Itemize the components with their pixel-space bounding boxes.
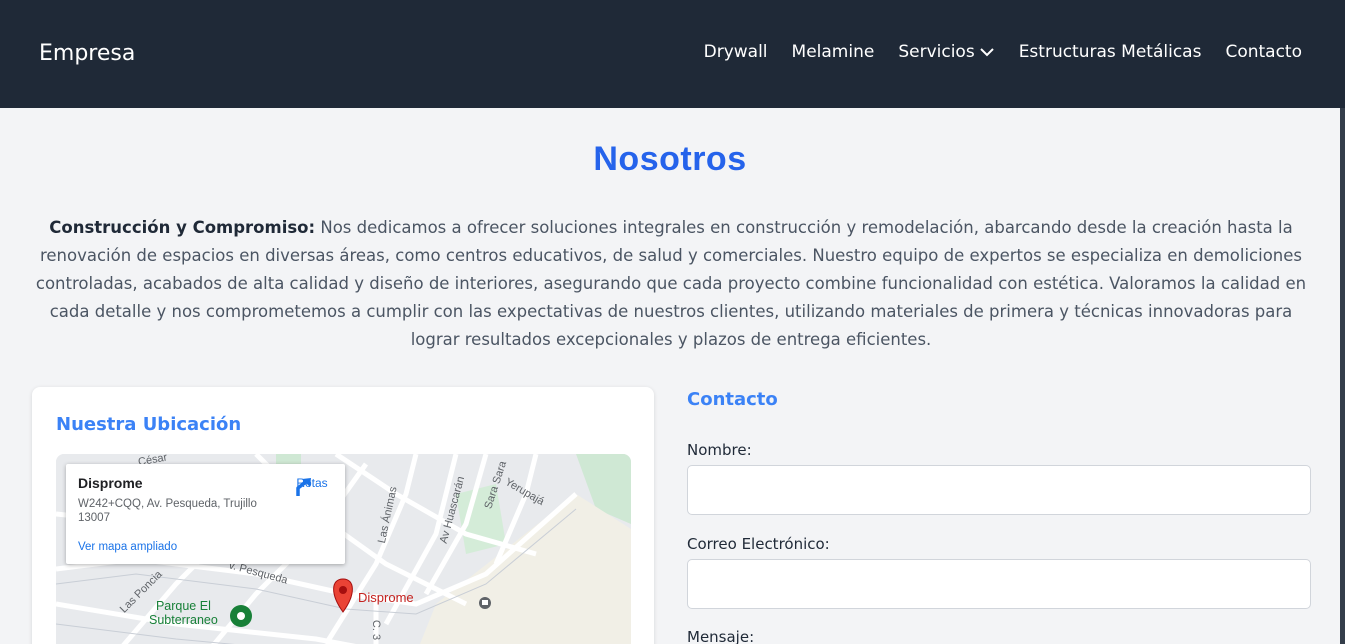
street-label-c3: C. 3 bbox=[370, 619, 383, 641]
nav-link-servicios[interactable]: Servicios bbox=[898, 42, 994, 62]
nav-link-drywall[interactable]: Drywall bbox=[704, 42, 768, 62]
email-label: Correo Electrónico: bbox=[687, 535, 830, 553]
embedded-map[interactable]: Las Ánimas Av Huascarán Sara Sara Yerupa… bbox=[56, 454, 631, 644]
nav-link-melamine[interactable]: Melamine bbox=[792, 42, 875, 62]
brand-logo[interactable]: Empresa bbox=[39, 41, 135, 66]
larger-map-link[interactable]: Ver mapa ampliado bbox=[78, 541, 177, 553]
location-title: Nuestra Ubicación bbox=[56, 414, 242, 435]
chevron-down-icon bbox=[979, 48, 994, 57]
name-label: Nombre: bbox=[687, 441, 752, 459]
top-navbar: Empresa Drywall Melamine Servicios Estru… bbox=[0, 0, 1345, 108]
place-address: W242+CQQ, Av. Pesqueda, Trujillo 13007 bbox=[78, 498, 257, 524]
page-title: Nosotros bbox=[593, 140, 747, 178]
routes-button[interactable]: Rotas bbox=[292, 476, 332, 496]
map-pin-label[interactable]: Disprome bbox=[358, 590, 414, 605]
email-field[interactable] bbox=[687, 559, 1311, 609]
page-scrollbar[interactable] bbox=[1340, 108, 1345, 644]
park-label-line2: Subterraneo bbox=[149, 613, 218, 627]
intro-paragraph: Construcción y Compromiso: Nos dedicamos… bbox=[30, 214, 1312, 354]
map-place-card: Disprome W242+CQQ, Av. Pesqueda, Trujill… bbox=[66, 464, 345, 564]
contact-title: Contacto bbox=[687, 389, 778, 410]
nav-link-estructuras[interactable]: Estructuras Metálicas bbox=[1019, 42, 1202, 62]
directions-icon bbox=[296, 478, 311, 496]
park-label[interactable]: Parque El Subterraneo bbox=[149, 599, 218, 627]
place-name: Disprome bbox=[78, 475, 143, 491]
location-card: Nuestra Ubicación Las Ánimas Av Huascará… bbox=[32, 387, 654, 644]
nav-link-servicios-label: Servicios bbox=[898, 42, 975, 62]
message-label: Mensaje: bbox=[687, 628, 755, 644]
main-nav: Drywall Melamine Servicios Estructuras M… bbox=[704, 42, 1302, 62]
intro-text: Nos dedicamos a ofrecer soluciones integ… bbox=[35, 218, 1307, 349]
intro-lead: Construcción y Compromiso: bbox=[49, 218, 316, 237]
nav-link-contacto[interactable]: Contacto bbox=[1225, 42, 1302, 62]
park-label-line1: Parque El bbox=[155, 599, 211, 613]
name-field[interactable] bbox=[687, 465, 1311, 515]
